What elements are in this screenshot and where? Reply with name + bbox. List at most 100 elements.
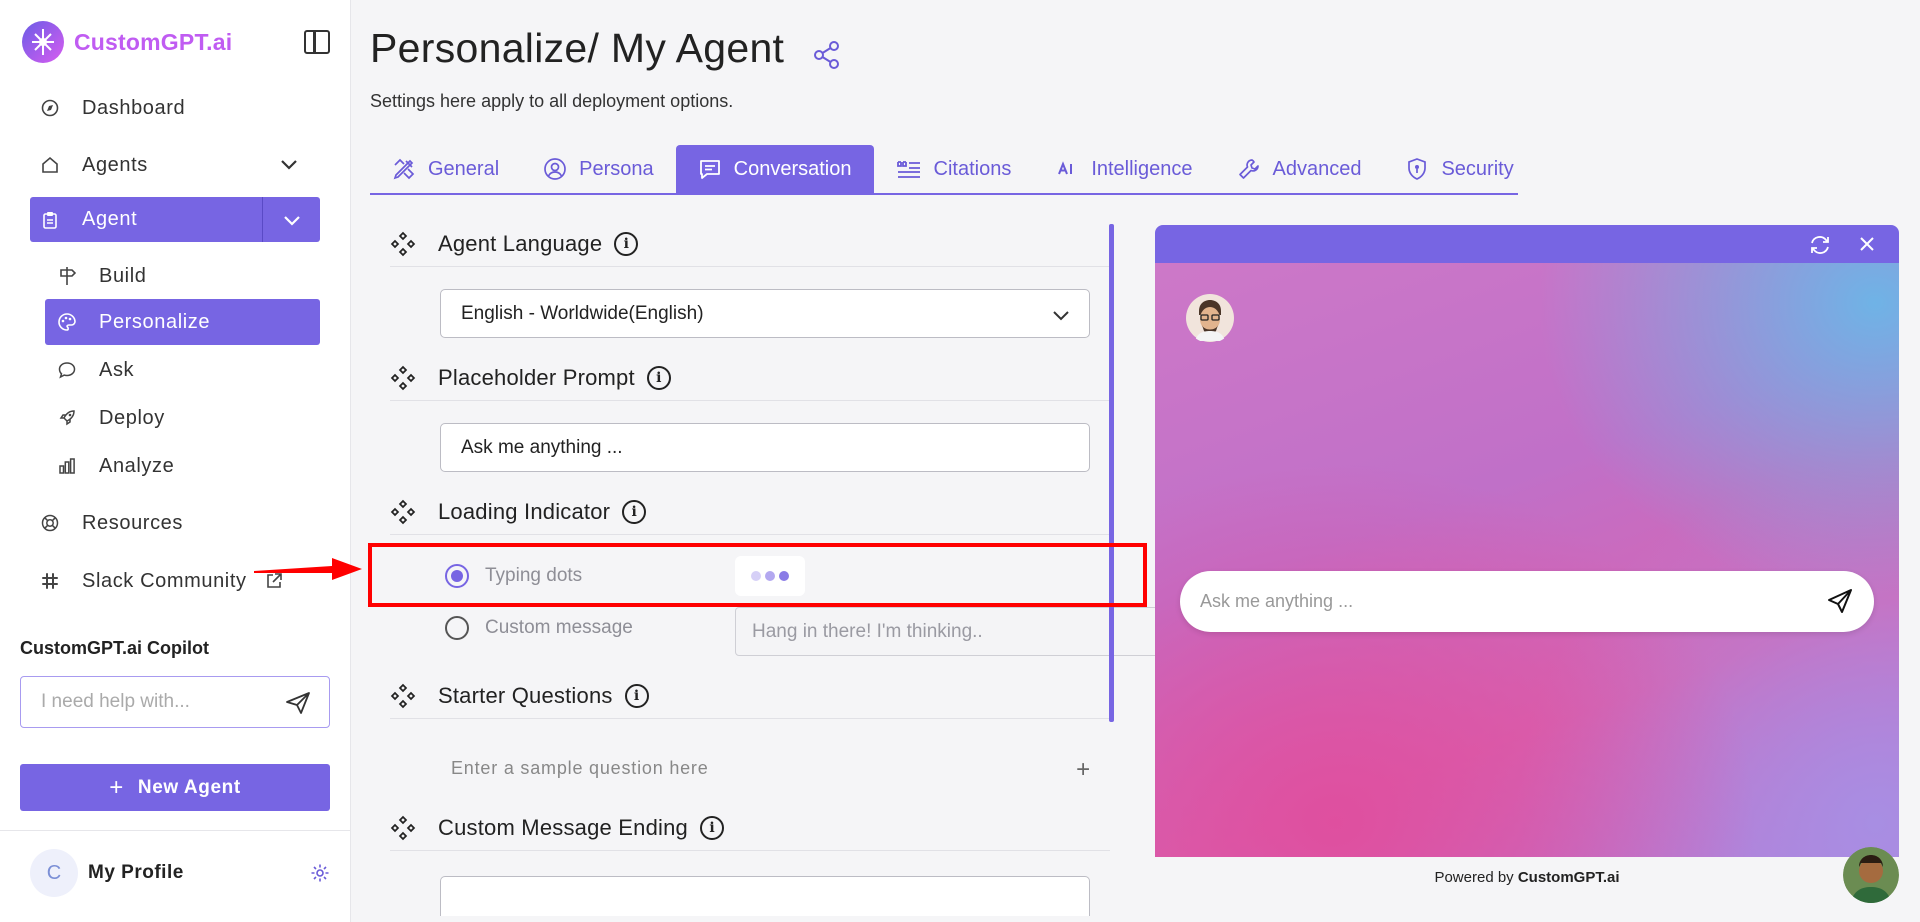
drag-handle-icon[interactable]	[390, 499, 416, 525]
sidebar-item-deploy[interactable]: Deploy	[45, 395, 320, 441]
section-loading-indicator: Loading Indicator i	[390, 490, 1110, 535]
sidebar-item-label: Slack Community	[82, 569, 247, 592]
sidebar-item-label: Agents	[82, 153, 148, 176]
tab-general[interactable]: General	[370, 145, 521, 193]
sidebar-item-label: Deploy	[99, 406, 165, 429]
tab-conversation[interactable]: Conversation	[675, 145, 874, 193]
section-label: Placeholder Prompt	[438, 365, 635, 390]
sidebar-item-analyze[interactable]: Analyze	[45, 443, 320, 489]
sidebar-item-resources[interactable]: Resources	[30, 501, 320, 545]
tab-citations[interactable]: Citations	[874, 145, 1034, 193]
preview-header	[1155, 225, 1899, 263]
chat-input-placeholder: Ask me anything ...	[1200, 591, 1354, 611]
brain-logo-icon	[22, 21, 64, 63]
info-icon[interactable]: i	[646, 366, 671, 390]
bot-avatar	[1186, 294, 1234, 342]
radio-custom-message[interactable]: Custom message Hang in there! I'm thinki…	[445, 607, 1165, 656]
placeholder-prompt-input[interactable]: Ask me anything ...	[440, 423, 1090, 472]
powered-by: Powered by CustomGPT.ai	[1155, 869, 1899, 886]
close-icon[interactable]	[1857, 234, 1877, 254]
plus-icon: +	[109, 773, 124, 801]
ai-icon	[1055, 157, 1079, 181]
custom-message-ending-input[interactable]	[440, 876, 1090, 916]
profile[interactable]: C My Profile	[30, 849, 330, 897]
highlight-box	[368, 543, 1147, 607]
tab-security[interactable]: Security	[1383, 145, 1535, 193]
info-icon[interactable]: i	[624, 684, 649, 708]
sidebar-item-label: Ask	[99, 358, 135, 381]
tab-label: Conversation	[733, 157, 852, 180]
new-agent-label: New Agent	[137, 776, 241, 798]
info-icon[interactable]: i	[614, 232, 639, 256]
info-icon[interactable]: i	[622, 500, 647, 524]
tab-label: Intelligence	[1091, 157, 1193, 180]
tab-advanced[interactable]: Advanced	[1215, 145, 1384, 193]
sidebar-item-ask[interactable]: Ask	[45, 347, 320, 393]
tab-intelligence[interactable]: Intelligence	[1033, 145, 1214, 193]
sidebar-item-build[interactable]: Build	[45, 253, 320, 299]
radio-label: Custom message	[485, 617, 633, 638]
copilot-title: CustomGPT.ai Copilot	[20, 638, 209, 658]
tab-label: Citations	[933, 157, 1012, 180]
chevron-down-icon	[1053, 311, 1069, 321]
add-question-icon[interactable]: +	[1076, 756, 1091, 784]
sidebar-item-agent[interactable]: Agent	[30, 197, 320, 242]
section-label: Loading Indicator	[438, 499, 611, 524]
annotation-arrow	[254, 558, 362, 580]
language-select-value: English - Worldwide(English)	[461, 302, 704, 324]
new-agent-button[interactable]: + New Agent	[20, 764, 330, 811]
logo[interactable]: CustomGPT.ai	[20, 18, 330, 66]
sidebar: CustomGPT.ai Dashboard Agents Agent Buil…	[0, 0, 351, 922]
send-icon[interactable]	[1826, 587, 1854, 615]
info-icon[interactable]: i	[700, 816, 724, 840]
tab-bar: General Persona Conversation Citations I…	[370, 145, 1518, 195]
chevron-down-icon	[283, 215, 300, 226]
section-placeholder-prompt: Placeholder Prompt i	[390, 356, 1110, 401]
support-avatar[interactable]	[1843, 847, 1899, 903]
compass-icon	[40, 98, 60, 118]
refresh-icon[interactable]	[1809, 234, 1831, 256]
sidebar-item-label: Agent	[82, 208, 138, 230]
sidebar-item-label: Personalize	[99, 310, 211, 333]
language-select[interactable]: English - Worldwide(English)	[440, 289, 1090, 338]
brand-name: CustomGPT.ai	[74, 28, 233, 55]
clipboard-icon	[40, 210, 60, 230]
drag-handle-icon[interactable]	[390, 815, 416, 841]
send-icon[interactable]	[285, 691, 311, 715]
copilot-input[interactable]	[41, 691, 271, 713]
section-label: Starter Questions	[438, 683, 613, 708]
citations-icon	[896, 157, 922, 181]
sidebar-item-label: Analyze	[99, 454, 175, 477]
page-title: Personalize/ My Agent	[370, 25, 785, 71]
radio-button[interactable]	[445, 616, 469, 640]
share-icon[interactable]	[812, 40, 842, 70]
chat-input[interactable]: Ask me anything ...	[1180, 571, 1874, 632]
copilot-input-box	[20, 676, 330, 728]
palette-icon	[57, 312, 77, 332]
sidebar-item-personalize[interactable]: Personalize	[45, 299, 320, 345]
starter-question-input[interactable]: Enter a sample question here +	[451, 756, 1091, 788]
sidebar-item-dashboard[interactable]: Dashboard	[30, 86, 320, 130]
divider	[0, 830, 351, 831]
avatar: C	[30, 849, 78, 897]
sidebar-item-label: Dashboard	[82, 96, 186, 119]
section-label: Agent Language	[438, 231, 603, 256]
drag-handle-icon[interactable]	[390, 365, 416, 391]
chevron-down-icon[interactable]	[278, 153, 300, 175]
drag-handle-icon[interactable]	[390, 231, 416, 257]
slack-icon	[40, 571, 60, 591]
scrollbar[interactable]	[1109, 224, 1114, 722]
sidebar-collapse-icon[interactable]	[304, 30, 330, 54]
tab-label: Advanced	[1272, 157, 1362, 180]
signpost-icon	[57, 266, 77, 286]
sidebar-item-label: Resources	[82, 511, 183, 534]
custom-message-placeholder: Hang in there! I'm thinking..	[752, 620, 983, 642]
agent-dropdown-button[interactable]	[262, 197, 320, 242]
sidebar-item-agents[interactable]: Agents	[30, 143, 320, 187]
custom-message-input[interactable]: Hang in there! I'm thinking..	[735, 607, 1165, 656]
powered-brand[interactable]: CustomGPT.ai	[1518, 869, 1620, 886]
gear-icon[interactable]	[310, 863, 330, 883]
tab-persona[interactable]: Persona	[521, 145, 676, 193]
drag-handle-icon[interactable]	[390, 683, 416, 709]
shield-icon	[1405, 157, 1429, 181]
